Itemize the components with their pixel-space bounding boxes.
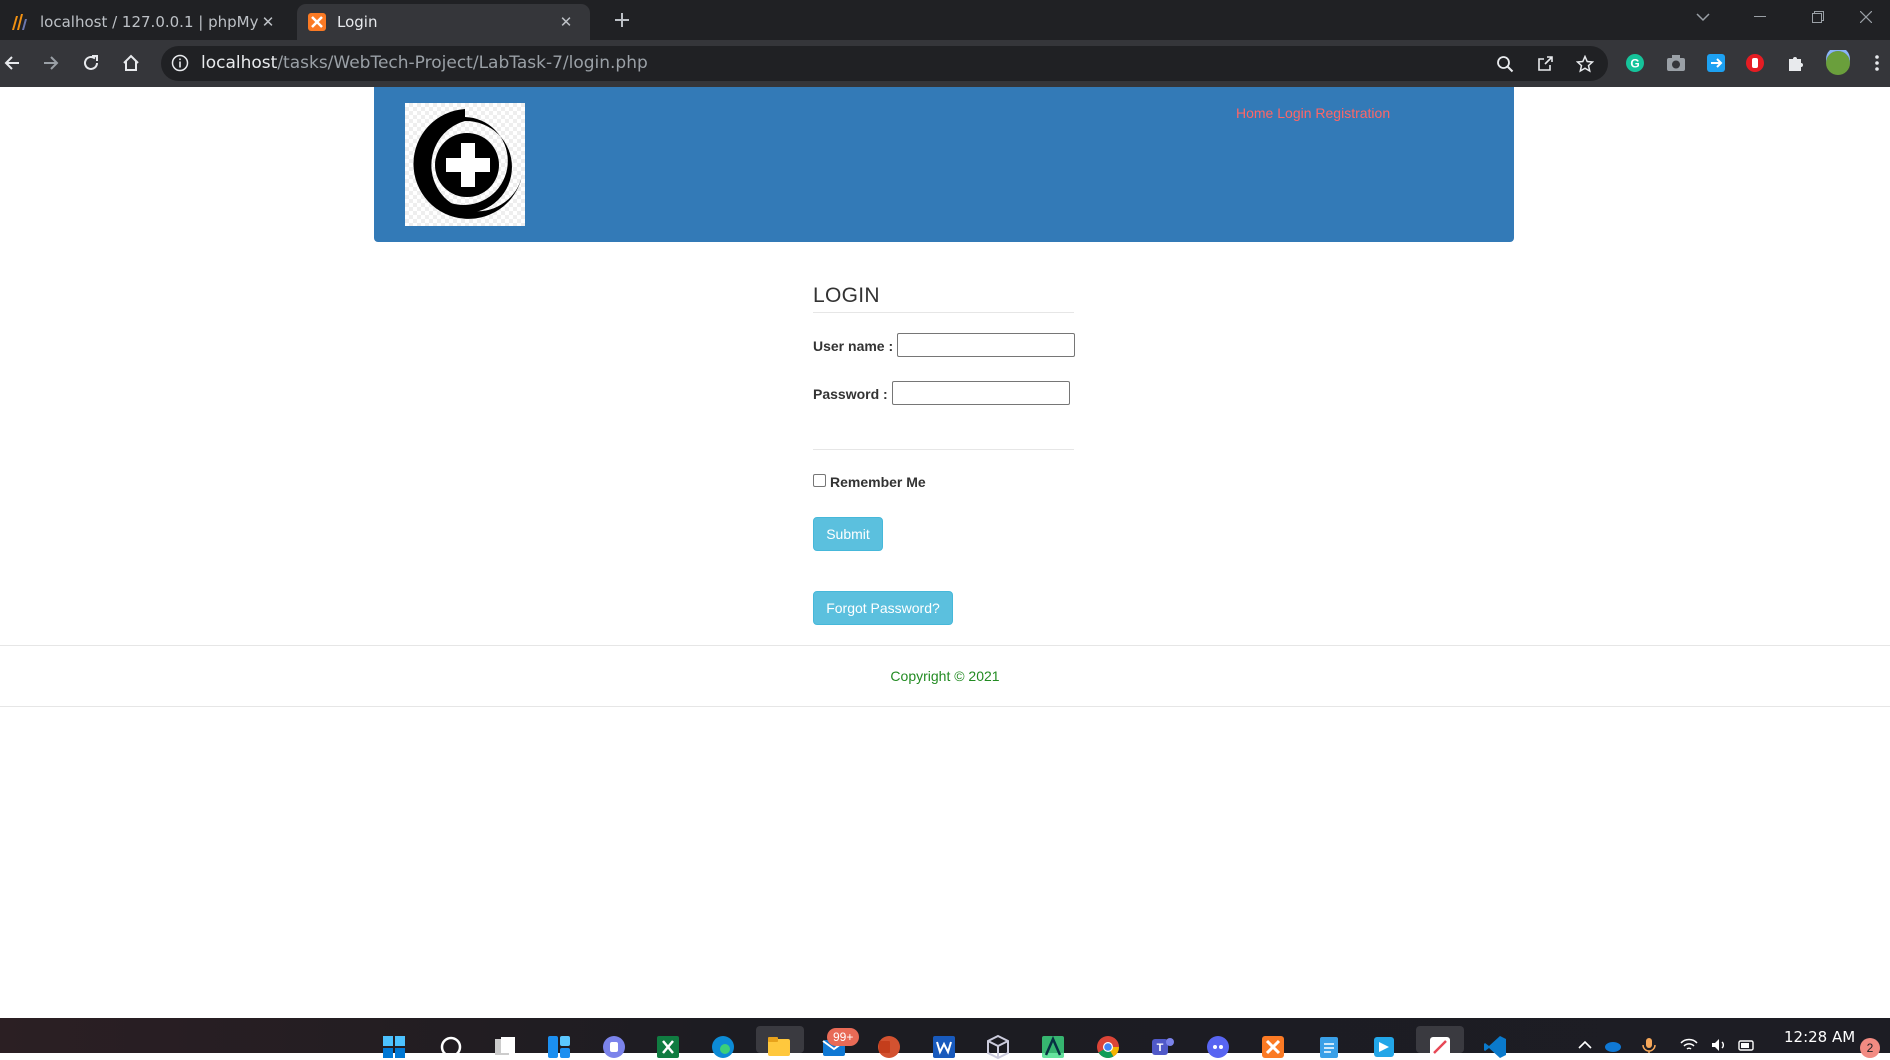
android-studio-icon[interactable] [1040, 1034, 1066, 1060]
tab-login[interactable]: Login ✕ [297, 4, 590, 40]
notification-badge[interactable]: 2 [1860, 1038, 1880, 1058]
xampp-taskbar-icon[interactable] [1260, 1034, 1286, 1060]
tab-search-icon[interactable] [1679, 0, 1727, 34]
widgets-icon[interactable] [546, 1034, 572, 1060]
powerpoint-icon[interactable] [876, 1034, 902, 1060]
header-nav: Home Login Registration [1236, 105, 1390, 121]
store-icon[interactable] [1371, 1034, 1397, 1060]
new-tab-icon[interactable] [608, 6, 636, 34]
wifi-icon[interactable] [1680, 1036, 1698, 1054]
excel-icon[interactable] [655, 1034, 681, 1060]
translate-icon[interactable] [1705, 52, 1727, 74]
stop-hand-icon[interactable] [1744, 52, 1766, 74]
chrome-icon[interactable] [1095, 1034, 1121, 1060]
title-divider [813, 312, 1074, 313]
virtualbox-icon[interactable] [985, 1034, 1011, 1060]
mail-badge: 99+ [827, 1028, 860, 1046]
username-input[interactable] [897, 333, 1075, 357]
camera-icon[interactable] [1665, 52, 1687, 74]
tab-title: Login [337, 13, 378, 31]
snipping-tool-icon[interactable] [1427, 1034, 1453, 1060]
show-hidden-icons-icon[interactable] [1576, 1036, 1594, 1054]
discord-icon[interactable] [1205, 1034, 1231, 1060]
onedrive-icon[interactable] [1604, 1036, 1622, 1054]
notepad-icon[interactable] [1316, 1034, 1342, 1060]
close-tab-icon[interactable]: ✕ [556, 12, 576, 32]
nav-link-home[interactable]: Home [1236, 105, 1273, 121]
extensions-puzzle-icon[interactable] [1785, 52, 1807, 74]
home-icon[interactable] [116, 48, 146, 78]
search-icon[interactable] [438, 1034, 464, 1060]
taskbar-clock[interactable]: 12:28 AM [1784, 1028, 1855, 1046]
password-label: Password : [813, 386, 888, 402]
file-explorer-icon[interactable] [766, 1034, 792, 1060]
bookmark-star-icon[interactable] [1574, 53, 1596, 75]
username-label: User name : [813, 338, 894, 354]
password-input[interactable] [892, 381, 1070, 405]
restore-icon[interactable] [1794, 0, 1842, 34]
footer-top-border [0, 645, 1890, 646]
address-bar[interactable]: localhost/tasks/WebTech-Project/LabTask-… [161, 46, 1608, 81]
reload-icon[interactable] [76, 48, 106, 78]
teams-chat-icon[interactable] [601, 1034, 627, 1060]
tab-phpmyadmin[interactable]: localhost / 127.0.0.1 | phpMyAdm ✕ [0, 4, 292, 40]
browser-toolbar: localhost/tasks/WebTech-Project/LabTask-… [0, 40, 1890, 87]
close-window-icon[interactable] [1842, 0, 1890, 34]
grammarly-icon[interactable]: G [1624, 52, 1646, 74]
remember-me-checkbox[interactable] [813, 474, 826, 487]
svg-text:G: G [1630, 57, 1639, 71]
browser-tab-strip: localhost / 127.0.0.1 | phpMyAdm ✕ Login… [0, 0, 1890, 40]
site-header: Home Login Registration [374, 87, 1514, 242]
nav-link-login[interactable]: Login [1277, 105, 1311, 121]
medical-plus-logo [405, 103, 525, 226]
profile-avatar[interactable] [1825, 50, 1851, 76]
word-icon[interactable] [931, 1034, 957, 1060]
forgot-password-button[interactable]: Forgot Password? [813, 591, 953, 625]
url-text: localhost/tasks/WebTech-Project/LabTask-… [201, 53, 648, 73]
task-view-icon[interactable] [492, 1034, 518, 1060]
nav-link-registration[interactable]: Registration [1315, 105, 1390, 121]
windows-start-icon[interactable] [381, 1034, 407, 1060]
menu-dots-icon[interactable] [1866, 52, 1888, 74]
share-icon[interactable] [1534, 53, 1556, 75]
microphone-icon[interactable] [1640, 1036, 1658, 1054]
login-title: LOGIN [813, 284, 880, 307]
copyright-text: Copyright © 2021 [890, 668, 1000, 684]
vscode-icon[interactable] [1482, 1034, 1508, 1060]
edge-icon[interactable] [710, 1034, 736, 1060]
submit-button[interactable]: Submit [813, 517, 883, 551]
remember-me-label: Remember Me [830, 474, 926, 490]
volume-icon[interactable] [1710, 1036, 1728, 1054]
footer-bottom-border [0, 706, 1890, 707]
minimize-icon[interactable] [1736, 0, 1784, 34]
tab-title: localhost / 127.0.0.1 | phpMyAdm [40, 13, 258, 31]
forward-icon[interactable] [36, 48, 66, 78]
xampp-icon [307, 12, 327, 32]
zoom-icon[interactable] [1494, 53, 1516, 75]
back-icon[interactable] [0, 48, 27, 78]
site-info-icon[interactable] [171, 54, 189, 72]
form-divider [813, 449, 1074, 450]
close-tab-icon[interactable]: ✕ [258, 12, 278, 32]
teams-icon[interactable]: T [1150, 1034, 1176, 1060]
battery-icon[interactable] [1738, 1036, 1756, 1054]
svg-text:T: T [1157, 1042, 1164, 1054]
phpmyadmin-icon [10, 12, 30, 32]
